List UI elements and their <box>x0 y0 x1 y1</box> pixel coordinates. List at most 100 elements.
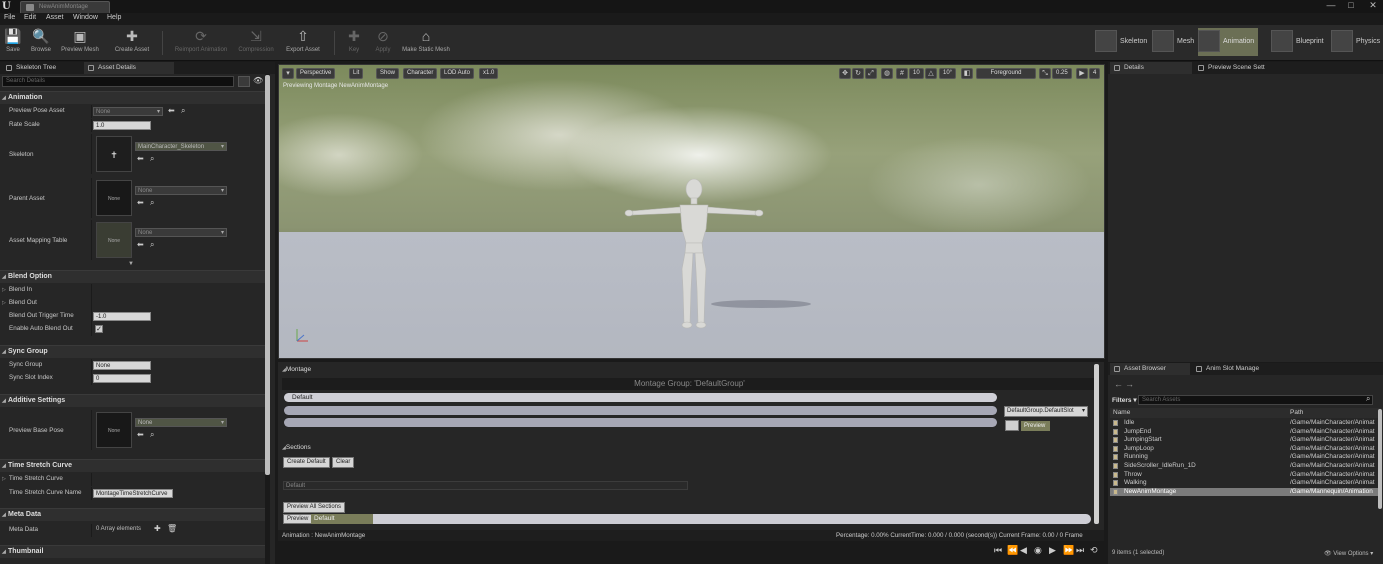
preview-all-sections-button[interactable]: Preview All Sections <box>283 502 346 513</box>
menu-edit[interactable]: Edit <box>24 14 36 21</box>
scale-snap-icon[interactable]: ⤡ <box>1039 68 1051 79</box>
parent-asset-thumbnail[interactable]: None <box>96 180 132 216</box>
tab-asset-details[interactable]: Asset Details <box>84 62 174 74</box>
grid-snap-icon[interactable]: # <box>896 68 908 79</box>
browse-asset-icon[interactable]: ⌕ <box>150 430 154 440</box>
lod-auto-button[interactable]: LOD Auto <box>440 68 475 79</box>
tab-asset-browser[interactable]: Asset Browser <box>1110 363 1190 375</box>
rotation-snap-value[interactable]: 10° <box>939 68 957 79</box>
mode-blueprint-button[interactable]: Blueprint <box>1271 28 1329 56</box>
montage-scrollbar[interactable] <box>1094 364 1099 524</box>
montage-slot-track[interactable]: Default <box>284 393 997 402</box>
auto-blend-out-checkbox[interactable]: ✓ <box>95 325 103 333</box>
create-asset-button[interactable]: ✚ Create Asset <box>110 27 154 59</box>
sections-header[interactable]: Sections <box>282 444 311 451</box>
asset-row[interactable]: JumpingStart/Game/MainCharacter/Animat <box>1110 436 1381 445</box>
prop-blend-in[interactable]: Blend In <box>0 284 265 297</box>
rotate-tool-icon[interactable]: ↻ <box>852 68 864 79</box>
menu-help[interactable]: Help <box>107 14 121 21</box>
asset-row[interactable]: JumpEnd/Game/MainCharacter/Animat <box>1110 428 1381 437</box>
export-asset-button[interactable]: ⇧ Export Asset <box>282 27 324 59</box>
lit-button[interactable]: Lit <box>349 68 364 79</box>
sync-group-field[interactable]: None <box>93 361 151 370</box>
section-time-stretch-curve[interactable]: Time Stretch Curve <box>0 459 265 472</box>
browse-asset-icon[interactable]: ⌕ <box>150 240 154 250</box>
rotation-snap-icon[interactable]: △ <box>925 68 937 79</box>
browse-asset-icon[interactable]: ⌕ <box>181 106 185 116</box>
camera-speed-value[interactable]: 4 <box>1089 68 1101 79</box>
search-icon[interactable]: ⌕ <box>1366 394 1370 404</box>
play-icon[interactable]: ▶ <box>1049 545 1056 556</box>
preview-base-pose-combo[interactable]: None <box>135 418 227 427</box>
maximize-button[interactable]: □ <box>1344 0 1358 12</box>
menu-file[interactable]: File <box>4 14 15 21</box>
sync-slot-index-field[interactable]: 0 <box>93 374 151 383</box>
asset-mapping-thumbnail[interactable]: None <box>96 222 132 258</box>
view-options-button[interactable]: 👁 View Options ▾ <box>1324 550 1373 557</box>
rate-scale-field[interactable]: 1.0 <box>93 121 151 130</box>
loop-icon[interactable]: ⟲ <box>1090 545 1098 556</box>
expand-advanced-icon[interactable]: ▼ <box>128 261 134 267</box>
asset-row[interactable]: Running/Game/MainCharacter/Animat <box>1110 453 1381 462</box>
parent-asset-combo[interactable]: None <box>135 186 227 195</box>
key-button[interactable]: ✚ Key <box>342 27 366 59</box>
mode-skeleton-button[interactable]: Skeleton <box>1095 28 1151 56</box>
step-back-icon[interactable]: ⏪ <box>1007 545 1018 556</box>
filters-button[interactable]: Filters ▾ <box>1112 396 1137 404</box>
mannequin-character[interactable] <box>624 177 764 332</box>
mode-physics-button[interactable]: Physics <box>1331 28 1383 56</box>
mode-mesh-button[interactable]: Mesh <box>1152 28 1196 56</box>
add-element-icon[interactable]: ✚ <box>154 524 161 533</box>
delete-elements-icon[interactable]: 🗑 <box>167 524 177 533</box>
minimize-button[interactable]: — <box>1324 0 1338 12</box>
scale-snap-toggle-icon[interactable]: ◧ <box>961 68 973 79</box>
use-selected-arrow-icon[interactable]: ⬅ <box>137 240 144 249</box>
section-thumbnail[interactable]: Thumbnail <box>0 545 265 558</box>
use-selected-arrow-icon[interactable]: ⬅ <box>137 154 144 163</box>
property-matrix-icon[interactable] <box>238 76 250 87</box>
use-selected-arrow-icon[interactable]: ⬅ <box>137 198 144 207</box>
back-arrow-icon[interactable]: ← <box>1114 379 1123 389</box>
use-selected-arrow-icon[interactable]: ⬅ <box>137 430 144 439</box>
perspective-button[interactable]: Perspective <box>296 68 336 79</box>
menu-asset[interactable]: Asset <box>46 14 64 21</box>
browse-button[interactable]: 🔍 Browse <box>28 27 54 59</box>
preview-pose-asset-combo[interactable]: None <box>93 107 163 116</box>
preview-viewport[interactable]: ▾ Perspective Lit Show Character LOD Aut… <box>278 64 1105 359</box>
record-icon[interactable]: ◉ <box>1034 545 1042 556</box>
mode-animation-button[interactable]: Animation <box>1198 28 1258 56</box>
section-default-field[interactable]: Default <box>283 481 688 490</box>
time-stretch-curve-name-field[interactable]: MontageTimeStretchCurve <box>93 489 173 498</box>
slot-preview-button[interactable]: Preview <box>1021 421 1050 431</box>
montage-notify-track[interactable] <box>284 418 997 427</box>
grid-snap-value[interactable]: 10 <box>909 68 924 79</box>
skeleton-combo[interactable]: MainCharacter_Skeleton <box>135 142 227 151</box>
document-tab[interactable]: NewAnimMontage <box>20 1 110 13</box>
playback-speed-button[interactable]: x1.0 <box>479 68 499 79</box>
play-reverse-icon[interactable]: ◀ <box>1020 545 1027 556</box>
scale-snap-value[interactable]: 0.25 <box>1052 68 1072 79</box>
apply-button[interactable]: ⊘ Apply <box>370 27 396 59</box>
skip-to-end-icon[interactable]: ⏭ <box>1076 545 1084 556</box>
asset-row[interactable]: Throw/Game/MainCharacter/Animat <box>1110 471 1381 480</box>
use-selected-arrow-icon[interactable]: ⬅ <box>168 106 175 115</box>
tab-anim-slot-manager[interactable]: Anim Slot Manage <box>1192 363 1282 375</box>
translate-tool-icon[interactable]: ✥ <box>839 68 851 79</box>
prop-blend-out[interactable]: Blend Out <box>0 297 265 310</box>
column-path-header[interactable]: Path <box>1290 409 1303 416</box>
close-button[interactable]: ✕ <box>1366 0 1380 12</box>
skip-to-start-icon[interactable]: ⏮ <box>994 545 1002 556</box>
prop-time-stretch-curve[interactable]: Time Stretch Curve <box>0 473 265 486</box>
section-additive-settings[interactable]: Additive Settings <box>0 394 265 407</box>
section-preview-button[interactable]: Preview <box>283 514 313 524</box>
step-forward-icon[interactable]: ⏩ <box>1063 545 1074 556</box>
show-button[interactable]: Show <box>376 68 400 79</box>
asset-row[interactable]: Walking/Game/MainCharacter/Animat <box>1110 479 1381 488</box>
tab-details[interactable]: Details <box>1110 62 1192 74</box>
character-button[interactable]: Character <box>403 68 438 79</box>
reimport-animation-button[interactable]: ⟳ Reimport Animation <box>170 27 232 59</box>
viewport-options-icon[interactable]: ▾ <box>282 68 294 79</box>
browse-asset-icon[interactable]: ⌕ <box>150 198 154 208</box>
foreground-button[interactable]: Foreground <box>976 68 1036 79</box>
section-blend-option[interactable]: Blend Option <box>0 270 265 283</box>
